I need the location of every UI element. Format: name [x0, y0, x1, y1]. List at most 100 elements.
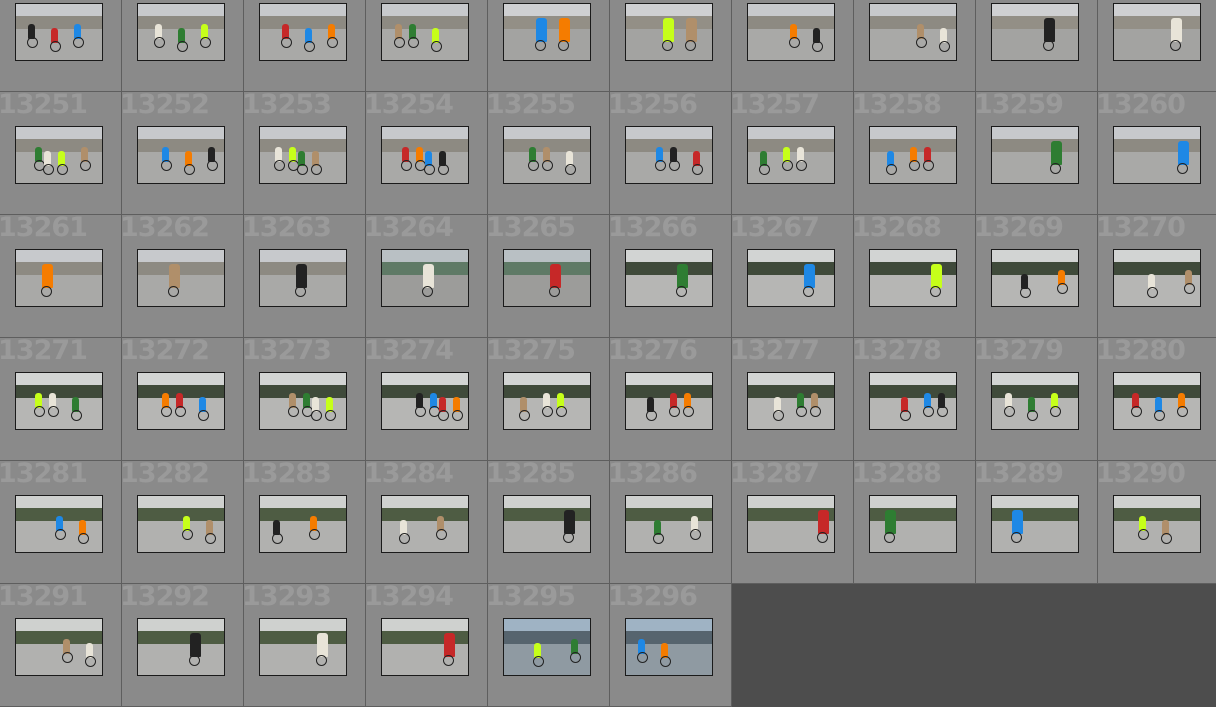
- grid-cell[interactable]: 13296: [610, 584, 732, 707]
- grid-cell[interactable]: 13268: [854, 215, 976, 338]
- photo-thumbnail[interactable]: [869, 3, 957, 61]
- photo-thumbnail[interactable]: [991, 372, 1079, 430]
- photo-thumbnail[interactable]: [869, 126, 957, 184]
- grid-cell[interactable]: 13288: [854, 461, 976, 584]
- photo-thumbnail[interactable]: [747, 126, 835, 184]
- photo-thumbnail[interactable]: [381, 3, 469, 61]
- photo-thumbnail[interactable]: [381, 126, 469, 184]
- grid-cell[interactable]: 13262: [122, 215, 244, 338]
- grid-cell[interactable]: 13251: [0, 92, 122, 215]
- photo-thumbnail[interactable]: [503, 3, 591, 61]
- photo-thumbnail[interactable]: [869, 495, 957, 553]
- grid-cell[interactable]: 13281: [0, 461, 122, 584]
- grid-cell[interactable]: 13265: [488, 215, 610, 338]
- grid-cell[interactable]: 13254: [366, 92, 488, 215]
- grid-cell[interactable]: 13273: [244, 338, 366, 461]
- photo-thumbnail[interactable]: [1113, 126, 1201, 184]
- photo-thumbnail[interactable]: [747, 372, 835, 430]
- photo-thumbnail[interactable]: [259, 126, 347, 184]
- grid-cell[interactable]: 13253: [244, 92, 366, 215]
- photo-thumbnail[interactable]: [137, 618, 225, 676]
- grid-cell[interactable]: 13269: [976, 215, 1098, 338]
- photo-thumbnail[interactable]: [991, 126, 1079, 184]
- photo-thumbnail[interactable]: [747, 3, 835, 61]
- grid-cell[interactable]: 13285: [488, 461, 610, 584]
- grid-cell[interactable]: 13279: [976, 338, 1098, 461]
- photo-thumbnail[interactable]: [503, 249, 591, 307]
- grid-cell[interactable]: 13294: [366, 584, 488, 707]
- grid-cell[interactable]: 13258: [854, 92, 976, 215]
- grid-cell[interactable]: 13275: [488, 338, 610, 461]
- grid-cell[interactable]: 13242: [122, 0, 244, 92]
- grid-cell[interactable]: 13271: [0, 338, 122, 461]
- photo-thumbnail[interactable]: [869, 372, 957, 430]
- photo-thumbnail[interactable]: [137, 249, 225, 307]
- grid-cell[interactable]: 13255: [488, 92, 610, 215]
- photo-thumbnail[interactable]: [259, 618, 347, 676]
- photo-thumbnail[interactable]: [503, 618, 591, 676]
- photo-thumbnail[interactable]: [503, 495, 591, 553]
- grid-cell[interactable]: 13293: [244, 584, 366, 707]
- grid-cell[interactable]: 13252: [122, 92, 244, 215]
- grid-cell[interactable]: 13287: [732, 461, 854, 584]
- photo-thumbnail[interactable]: [259, 372, 347, 430]
- photo-thumbnail[interactable]: [259, 249, 347, 307]
- photo-thumbnail[interactable]: [381, 495, 469, 553]
- grid-cell[interactable]: 13276: [610, 338, 732, 461]
- photo-thumbnail[interactable]: [259, 495, 347, 553]
- grid-cell[interactable]: 13256: [610, 92, 732, 215]
- grid-cell[interactable]: 13267: [732, 215, 854, 338]
- photo-thumbnail[interactable]: [625, 372, 713, 430]
- photo-thumbnail[interactable]: [15, 249, 103, 307]
- photo-thumbnail[interactable]: [15, 3, 103, 61]
- photo-thumbnail[interactable]: [137, 372, 225, 430]
- grid-cell[interactable]: 13278: [854, 338, 976, 461]
- photo-thumbnail[interactable]: [747, 249, 835, 307]
- photo-thumbnail[interactable]: [137, 3, 225, 61]
- photo-thumbnail[interactable]: [137, 126, 225, 184]
- grid-cell[interactable]: 13246: [610, 0, 732, 92]
- grid-cell[interactable]: 13272: [122, 338, 244, 461]
- grid-cell[interactable]: 13286: [610, 461, 732, 584]
- grid-cell[interactable]: 13283: [244, 461, 366, 584]
- photo-thumbnail[interactable]: [1113, 372, 1201, 430]
- grid-cell[interactable]: 13244: [366, 0, 488, 92]
- grid-cell[interactable]: 13282: [122, 461, 244, 584]
- photo-thumbnail[interactable]: [503, 372, 591, 430]
- grid-cell[interactable]: 13245: [488, 0, 610, 92]
- photo-thumbnail[interactable]: [991, 495, 1079, 553]
- photo-thumbnail[interactable]: [15, 618, 103, 676]
- grid-cell[interactable]: 13291: [0, 584, 122, 707]
- grid-cell[interactable]: 13264: [366, 215, 488, 338]
- grid-cell[interactable]: 13284: [366, 461, 488, 584]
- photo-thumbnail[interactable]: [381, 372, 469, 430]
- grid-cell[interactable]: 13277: [732, 338, 854, 461]
- photo-thumbnail[interactable]: [15, 126, 103, 184]
- grid-cell[interactable]: 13247: [732, 0, 854, 92]
- photo-thumbnail[interactable]: [381, 618, 469, 676]
- grid-cell[interactable]: 13295: [488, 584, 610, 707]
- photo-thumbnail[interactable]: [747, 495, 835, 553]
- grid-cell[interactable]: 13261: [0, 215, 122, 338]
- photo-thumbnail[interactable]: [259, 3, 347, 61]
- grid-cell[interactable]: 13263: [244, 215, 366, 338]
- photo-thumbnail[interactable]: [625, 126, 713, 184]
- photo-thumbnail[interactable]: [381, 249, 469, 307]
- photo-thumbnail[interactable]: [137, 495, 225, 553]
- grid-cell[interactable]: 13257: [732, 92, 854, 215]
- grid-cell[interactable]: 13274: [366, 338, 488, 461]
- grid-cell[interactable]: 13260: [1098, 92, 1216, 215]
- grid-cell[interactable]: 13249: [976, 0, 1098, 92]
- photo-thumbnail[interactable]: [991, 249, 1079, 307]
- photo-thumbnail[interactable]: [991, 3, 1079, 61]
- photo-thumbnail[interactable]: [1113, 495, 1201, 553]
- grid-cell[interactable]: 13290: [1098, 461, 1216, 584]
- photo-thumbnail[interactable]: [15, 372, 103, 430]
- grid-cell[interactable]: 13266: [610, 215, 732, 338]
- photo-thumbnail[interactable]: [625, 249, 713, 307]
- photo-thumbnail[interactable]: [1113, 3, 1201, 61]
- photo-thumbnail[interactable]: [625, 495, 713, 553]
- grid-cell[interactable]: 13241: [0, 0, 122, 92]
- grid-cell[interactable]: 13270: [1098, 215, 1216, 338]
- grid-cell[interactable]: 13259: [976, 92, 1098, 215]
